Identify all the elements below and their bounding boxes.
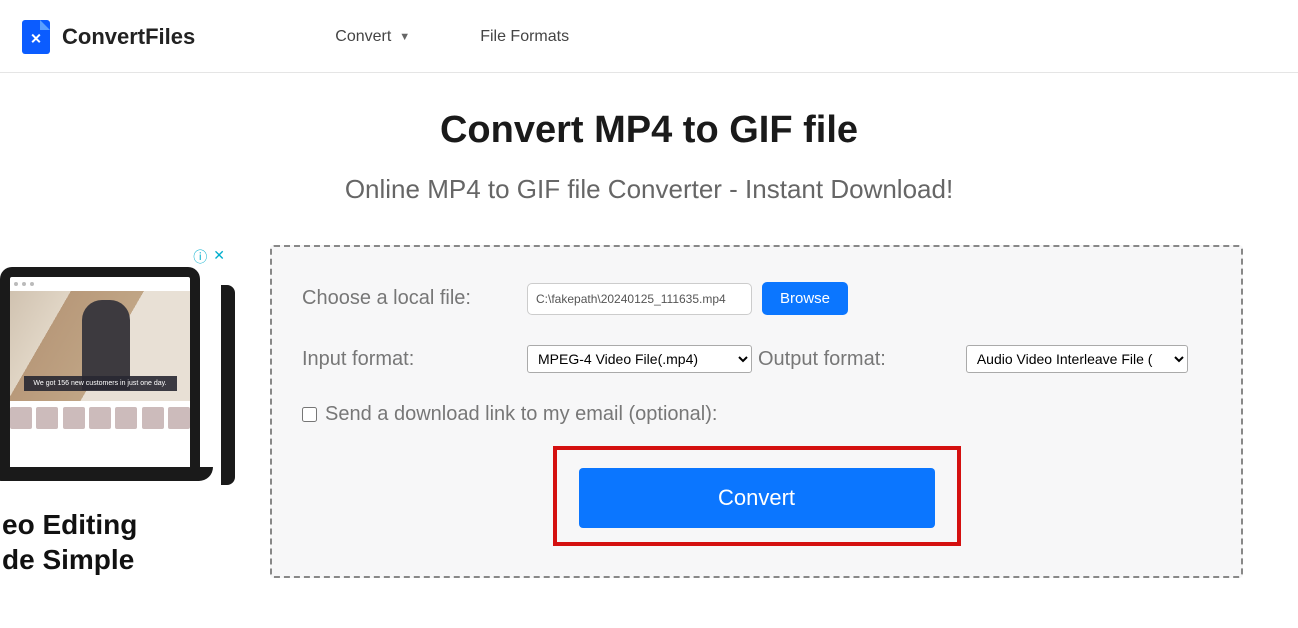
ad-thumbnails [10, 407, 190, 429]
convert-highlight-box: Convert [553, 446, 961, 546]
row-choose-file: Choose a local file: Browse [302, 282, 1211, 315]
ad-close-icon[interactable]: ✕ [213, 247, 225, 267]
output-format-select[interactable]: Audio Video Interleave File ( [966, 345, 1188, 373]
ad-caption: We got 156 new customers in just one day… [24, 376, 177, 391]
header: ConvertFiles Convert ▼ File Formats [0, 0, 1298, 73]
ad-controls: ⓘ ✕ [193, 247, 225, 267]
nav-formats[interactable]: File Formats [480, 28, 569, 46]
brand-text: ConvertFiles [62, 24, 195, 50]
logo-icon [22, 20, 50, 54]
body-row: ⓘ ✕ We got 156 new customers in just one… [0, 225, 1298, 578]
logo[interactable]: ConvertFiles [22, 20, 195, 54]
ad-image: We got 156 new customers in just one day… [10, 291, 190, 401]
input-format-select[interactable]: MPEG-4 Video File(.mp4) [527, 345, 752, 373]
row-email-option: Send a download link to my email (option… [302, 403, 1211, 426]
convert-button[interactable]: Convert [579, 468, 935, 528]
browse-button[interactable]: Browse [762, 282, 848, 315]
file-path-input[interactable] [527, 283, 752, 315]
input-format-label: Input format: [302, 348, 527, 371]
ad-line1: eo Editing [2, 507, 225, 542]
ad-headline: eo Editing de Simple [0, 507, 225, 577]
chevron-down-icon: ▼ [399, 31, 410, 43]
page-title: Convert MP4 to GIF file [20, 109, 1278, 152]
row-formats: Input format: MPEG-4 Video File(.mp4) Ou… [302, 345, 1211, 373]
nav-convert[interactable]: Convert ▼ [335, 28, 410, 46]
convert-button-wrap: Convert [302, 446, 1211, 546]
ad-laptop[interactable]: We got 156 new customers in just one day… [0, 267, 200, 467]
email-checkbox-label: Send a download link to my email (option… [325, 403, 717, 426]
nav-formats-label: File Formats [480, 28, 569, 46]
choose-file-label: Choose a local file: [302, 287, 527, 310]
output-format-label: Output format: [758, 348, 886, 371]
ad-panel: ⓘ ✕ We got 156 new customers in just one… [0, 245, 225, 577]
page-subtitle: Online MP4 to GIF file Converter - Insta… [20, 174, 1278, 205]
nav-convert-label: Convert [335, 28, 391, 46]
email-checkbox[interactable] [302, 407, 317, 422]
main-nav: Convert ▼ File Formats [335, 28, 569, 46]
ad-line2: de Simple [2, 542, 225, 577]
hero: Convert MP4 to GIF file Online MP4 to GI… [0, 73, 1298, 225]
converter-panel: Choose a local file: Browse Input format… [270, 245, 1243, 578]
ad-info-icon[interactable]: ⓘ [193, 247, 207, 267]
